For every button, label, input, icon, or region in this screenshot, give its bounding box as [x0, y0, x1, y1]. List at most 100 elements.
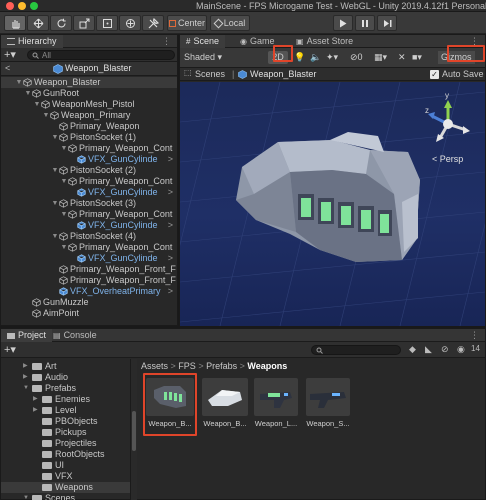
- hand-tool-button[interactable]: [4, 15, 26, 31]
- hierarchy-search-input[interactable]: All: [27, 50, 175, 60]
- hierarchy-item[interactable]: ▼ WeaponMesh_Pistol: [1, 99, 177, 110]
- move-tool-button[interactable]: [27, 15, 49, 31]
- toggle-2d-button[interactable]: 2D: [268, 51, 288, 64]
- expand-arrow-icon[interactable]: ▶: [33, 405, 42, 416]
- expand-arrow-icon[interactable]: ▼: [60, 143, 68, 154]
- tools-settings-icon[interactable]: ✕: [398, 51, 406, 64]
- hidden-objects-toggle[interactable]: ⊘0: [350, 51, 363, 64]
- pause-button[interactable]: [355, 15, 375, 31]
- hierarchy-item[interactable]: VFX_GunCylinde >: [1, 187, 177, 198]
- play-button[interactable]: [333, 15, 353, 31]
- breadcrumb-prefab[interactable]: Weapon_Blaster: [250, 68, 316, 81]
- hierarchy-root-item[interactable]: ▼ Weapon_Blaster: [1, 77, 177, 88]
- hierarchy-item[interactable]: ▼ Weapon_Primary: [1, 110, 177, 121]
- folder-item[interactable]: Pickups: [1, 427, 130, 438]
- expand-arrow-icon[interactable]: ▼: [51, 132, 59, 143]
- scale-tool-button[interactable]: [73, 15, 95, 31]
- scene-viewport[interactable]: y z < Persp: [180, 82, 485, 326]
- effects-icon[interactable]: ✦▾: [326, 51, 338, 64]
- hierarchy-item[interactable]: Primary_Weapon: [1, 121, 177, 132]
- asset-weapon-shotgun[interactable]: Weapon_S...: [306, 378, 350, 430]
- filter-type-icon[interactable]: ◆: [409, 344, 416, 355]
- close-window-button[interactable]: [6, 2, 14, 10]
- hierarchy-item[interactable]: ▼ Primary_Weapon_Cont: [1, 143, 177, 154]
- expand-arrow-icon[interactable]: ▼: [42, 110, 50, 121]
- folder-item[interactable]: UI: [1, 460, 130, 471]
- folder-item[interactable]: ▶ Enemies: [1, 394, 130, 405]
- breadcrumb-scenes[interactable]: Scenes: [195, 68, 225, 81]
- expand-arrow-icon[interactable]: ▼: [60, 242, 68, 253]
- folder-item[interactable]: PBObjects: [1, 416, 130, 427]
- zoom-window-button[interactable]: [30, 2, 38, 10]
- create-asset-icon[interactable]: +▾: [4, 343, 16, 356]
- asset-weapon-blaster[interactable]: Weapon_B...: [146, 378, 194, 430]
- projection-persp-label[interactable]: < Persp: [432, 154, 463, 164]
- project-search-input[interactable]: [311, 345, 401, 355]
- path-segment-prefabs[interactable]: Prefabs: [206, 361, 237, 371]
- hierarchy-item[interactable]: Primary_Weapon_Front_F: [1, 275, 177, 286]
- expand-arrow-icon[interactable]: ▼: [24, 88, 32, 99]
- panel-menu-icon[interactable]: ⋮: [470, 36, 479, 47]
- hierarchy-item[interactable]: AimPoint: [1, 308, 177, 319]
- panel-menu-icon[interactable]: ⋮: [162, 36, 171, 47]
- eye-icon[interactable]: ◉: [457, 344, 465, 355]
- expand-arrow-icon[interactable]: ▼: [60, 209, 68, 220]
- expand-arrow-icon[interactable]: ▼: [15, 77, 23, 88]
- tab-game[interactable]: ◉ Game: [234, 35, 281, 48]
- expand-arrow-icon[interactable]: ▼: [51, 165, 59, 176]
- folder-item[interactable]: ▶ Art: [1, 361, 130, 372]
- hierarchy-item[interactable]: Primary_Weapon_Front_F: [1, 264, 177, 275]
- transform-tool-button[interactable]: [119, 15, 141, 31]
- expand-arrow-icon[interactable]: ▼: [23, 493, 32, 500]
- auto-save-checkbox[interactable]: ✓: [430, 70, 439, 79]
- grid-icon[interactable]: ▦▾: [374, 51, 387, 64]
- hierarchy-item[interactable]: ▼ GunRoot: [1, 88, 177, 99]
- folder-item[interactable]: ▶ Audio: [1, 372, 130, 383]
- asset-weapon-b2[interactable]: Weapon_B...: [202, 378, 248, 430]
- lighting-icon[interactable]: 💡: [294, 51, 305, 64]
- path-segment-weapons[interactable]: Weapons: [247, 361, 287, 371]
- hierarchy-item[interactable]: ▼ PistonSocket (3): [1, 198, 177, 209]
- hierarchy-item[interactable]: VFX_GunCylinde >: [1, 220, 177, 231]
- open-prefab-arrow-icon[interactable]: >: [168, 220, 173, 231]
- open-prefab-arrow-icon[interactable]: >: [168, 154, 173, 165]
- open-prefab-arrow-icon[interactable]: >: [168, 286, 173, 297]
- audio-icon[interactable]: 🔈: [310, 51, 321, 64]
- tab-hierarchy[interactable]: Hierarchy: [1, 35, 63, 48]
- expand-arrow-icon[interactable]: ▼: [23, 383, 32, 394]
- minimize-window-button[interactable]: [18, 2, 26, 10]
- step-button[interactable]: [377, 15, 397, 31]
- folder-item[interactable]: ▼ Prefabs: [1, 383, 130, 394]
- expand-arrow-icon[interactable]: ▼: [60, 176, 68, 187]
- pivot-local-toggle[interactable]: Local: [210, 15, 250, 31]
- pivot-center-toggle[interactable]: Center: [167, 15, 207, 31]
- expand-arrow-icon[interactable]: ▼: [51, 231, 59, 242]
- camera-icon[interactable]: ■▾: [412, 51, 422, 64]
- back-arrow-icon[interactable]: <: [5, 63, 10, 73]
- panel-menu-icon[interactable]: ⋮: [470, 330, 479, 341]
- hierarchy-item[interactable]: GunMuzzle: [1, 297, 177, 308]
- hierarchy-item[interactable]: ▼ Primary_Weapon_Cont: [1, 209, 177, 220]
- hierarchy-item[interactable]: VFX_GunCylinde >: [1, 154, 177, 165]
- folder-item[interactable]: Weapons: [1, 482, 130, 493]
- hierarchy-item[interactable]: ▼ Primary_Weapon_Cont: [1, 176, 177, 187]
- gizmos-dropdown[interactable]: Gizmos: [438, 51, 475, 64]
- tab-scene[interactable]: # Scene: [180, 35, 225, 48]
- hierarchy-item[interactable]: ▼ PistonSocket (4): [1, 231, 177, 242]
- expand-arrow-icon[interactable]: ▼: [51, 198, 59, 209]
- hierarchy-item[interactable]: ▼ PistonSocket (2): [1, 165, 177, 176]
- asset-weapon-launcher[interactable]: Weapon_L...: [254, 378, 298, 430]
- path-segment-fps[interactable]: FPS: [178, 361, 196, 371]
- expand-arrow-icon[interactable]: ▶: [23, 361, 32, 372]
- expand-arrow-icon[interactable]: ▶: [23, 372, 32, 383]
- hierarchy-item[interactable]: ▼ PistonSocket (1): [1, 132, 177, 143]
- hierarchy-item[interactable]: VFX_OverheatPrimary >: [1, 286, 177, 297]
- expand-arrow-icon[interactable]: ▶: [33, 394, 42, 405]
- create-add-icon[interactable]: +▾: [4, 48, 16, 61]
- folder-item[interactable]: VFX: [1, 471, 130, 482]
- shading-mode-dropdown[interactable]: Shaded ▾: [184, 51, 222, 64]
- folder-item[interactable]: ▶ Level: [1, 405, 130, 416]
- hidden-packages-icon[interactable]: ⊘: [441, 344, 449, 355]
- orientation-gizmo[interactable]: [418, 94, 478, 154]
- filter-label-icon[interactable]: ◣: [425, 344, 432, 355]
